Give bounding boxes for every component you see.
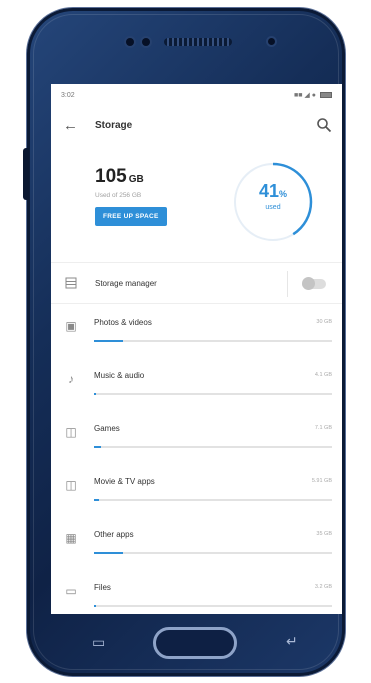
free-up-space-button[interactable]: FREE UP SPACE bbox=[95, 207, 167, 226]
category-row[interactable]: ▦ Other apps 35 GB bbox=[51, 516, 342, 569]
storage-manager-toggle[interactable] bbox=[302, 277, 326, 290]
page-title: Storage bbox=[95, 119, 133, 131]
music-note-icon: ♪ bbox=[68, 372, 74, 386]
category-size: 35 GB bbox=[316, 531, 332, 537]
category-usage-bar bbox=[94, 499, 332, 501]
category-usage-bar bbox=[94, 446, 332, 448]
category-usage-fill bbox=[94, 605, 97, 607]
category-usage-fill bbox=[94, 552, 123, 554]
category-usage-bar bbox=[94, 552, 332, 554]
category-label: Games bbox=[94, 424, 120, 433]
category-row[interactable]: ▭ Files 3.2 GB bbox=[51, 569, 342, 614]
photo-icon: ▣ bbox=[65, 319, 77, 333]
usage-percent: 41% bbox=[231, 181, 315, 202]
category-label: Movie & TV apps bbox=[94, 477, 155, 486]
category-size: 3.2 GB bbox=[314, 584, 332, 590]
signal-icons: ■■ ◢ ● bbox=[294, 92, 316, 99]
usage-percent-symbol: % bbox=[279, 189, 288, 199]
category-row[interactable]: ▣ Photos & videos 30 GB bbox=[51, 304, 342, 357]
recent-apps-icon[interactable]: ▭ bbox=[92, 634, 105, 651]
used-unit: GB bbox=[128, 174, 144, 185]
usage-ring-text: 41% used bbox=[231, 181, 315, 211]
earpiece-speaker bbox=[164, 38, 232, 46]
apps-grid-icon: ▦ bbox=[65, 531, 77, 545]
storage-manager-label: Storage manager bbox=[95, 278, 157, 288]
used-value: 105 bbox=[95, 166, 127, 187]
category-size: 7.1 GB bbox=[314, 425, 332, 431]
games-icon: ◫ bbox=[65, 425, 77, 439]
storage-manager-row[interactable]: Storage manager bbox=[51, 262, 342, 304]
category-label: Music & audio bbox=[94, 371, 145, 380]
category-size: 30 GB bbox=[316, 319, 332, 325]
category-label: Photos & videos bbox=[94, 318, 152, 327]
category-usage-bar bbox=[94, 605, 332, 607]
category-size: 4.1 GB bbox=[314, 372, 332, 378]
arrow-back-icon[interactable]: ← bbox=[63, 117, 85, 134]
category-row[interactable]: ♪ Music & audio 4.1 GB bbox=[51, 357, 342, 410]
category-size: 5.91 GB bbox=[311, 478, 332, 484]
search-icon[interactable] bbox=[316, 117, 332, 133]
category-usage-fill bbox=[94, 393, 97, 395]
side-key bbox=[23, 148, 29, 200]
status-icons: ■■ ◢ ● bbox=[294, 91, 332, 99]
screen: 3:02 ■■ ◢ ● ← Storage 105 GB Used of 256 … bbox=[51, 84, 342, 614]
battery-icon bbox=[320, 92, 332, 98]
usage-percent-value: 41 bbox=[258, 181, 279, 201]
category-usage-fill bbox=[94, 499, 99, 501]
category-label: Files bbox=[94, 583, 111, 592]
category-label: Other apps bbox=[94, 530, 134, 539]
sensor-icon bbox=[142, 38, 150, 46]
category-row[interactable]: ◫ Games 7.1 GB bbox=[51, 410, 342, 463]
category-list: ▣ Photos & videos 30 GB ♪ Music & audio 4.1 G… bbox=[51, 304, 342, 614]
home-button[interactable] bbox=[153, 627, 237, 659]
status-time: 3:02 bbox=[61, 91, 75, 99]
status-bar: 3:02 ■■ ◢ ● bbox=[51, 84, 342, 106]
proximity-sensor-icon bbox=[268, 38, 275, 45]
storage-manager-icon bbox=[61, 273, 81, 293]
category-usage-fill bbox=[94, 446, 102, 448]
folder-icon: ▭ bbox=[65, 584, 77, 598]
category-usage-bar bbox=[94, 393, 332, 395]
storage-summary: 105 GB Used of 256 GB FREE UP SPACE 41% u… bbox=[51, 144, 342, 262]
category-usage-bar bbox=[94, 340, 332, 342]
category-row[interactable]: ◫ Movie & TV apps 5.91 GB bbox=[51, 463, 342, 516]
toolbar: ← Storage bbox=[51, 106, 342, 144]
divider bbox=[287, 271, 288, 297]
back-key-icon[interactable]: ↵ bbox=[286, 633, 298, 650]
video-camera-icon: ◫ bbox=[65, 478, 77, 492]
category-usage-fill bbox=[94, 340, 123, 342]
usage-percent-label: used bbox=[265, 204, 281, 211]
front-camera-icon bbox=[126, 38, 134, 46]
